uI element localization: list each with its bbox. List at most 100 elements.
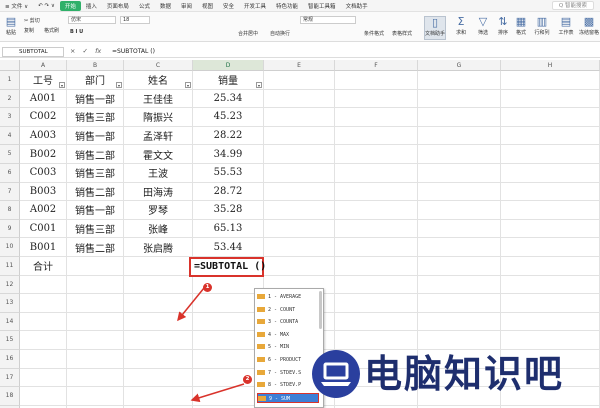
filter-button[interactable]: ▽ 筛选 xyxy=(474,16,492,40)
empty-cell[interactable] xyxy=(264,145,335,164)
table-style-button[interactable]: 表格样式 xyxy=(392,30,412,37)
row-header-4[interactable]: 4 xyxy=(0,126,20,146)
menu-tab-doc-helper[interactable]: 文档助手 xyxy=(341,2,373,10)
table-cell[interactable]: C002 xyxy=(20,108,67,127)
column-header-a[interactable]: A xyxy=(20,60,67,71)
table-cell[interactable]: 田海涛 xyxy=(124,182,193,202)
empty-cell[interactable] xyxy=(124,350,193,369)
empty-cell[interactable] xyxy=(335,182,418,202)
column-header-b[interactable]: B xyxy=(67,60,124,71)
empty-cell[interactable] xyxy=(335,126,418,146)
empty-cell[interactable] xyxy=(20,294,67,313)
total-label-cell[interactable]: 合计 xyxy=(20,257,67,276)
table-cell[interactable]: 34.99 xyxy=(193,145,264,164)
filter-dropdown-icon[interactable]: ▾ xyxy=(256,81,262,88)
empty-cell[interactable] xyxy=(67,331,124,350)
menu-tab-insert[interactable]: 插入 xyxy=(81,2,102,10)
table-cell[interactable]: 销售一部 xyxy=(67,126,124,146)
empty-cell[interactable] xyxy=(418,201,501,220)
empty-cell[interactable] xyxy=(501,238,600,257)
autocomplete-item[interactable]: 8 - STDEV.P xyxy=(257,380,319,390)
empty-cell[interactable] xyxy=(335,257,418,276)
sheet-button[interactable]: ▤ 工作表 xyxy=(556,16,576,40)
row-header-8[interactable]: 8 xyxy=(0,201,20,220)
empty-cell[interactable] xyxy=(124,294,193,313)
empty-cell[interactable] xyxy=(264,126,335,146)
empty-cell[interactable] xyxy=(501,145,600,164)
empty-cell[interactable] xyxy=(20,275,67,295)
bold-italic-underline-buttons[interactable]: B I U xyxy=(70,29,83,35)
row-header-7[interactable]: 7 xyxy=(0,182,20,202)
autocomplete-item[interactable]: 3 - COUNTA xyxy=(257,317,319,327)
cancel-icon[interactable]: × xyxy=(70,47,75,55)
menu-tab-review[interactable]: 审阅 xyxy=(176,2,197,10)
row-header-13[interactable]: 13 xyxy=(0,294,20,313)
format-button[interactable]: ▦ 格式 xyxy=(512,16,530,40)
row-header-9[interactable]: 9 xyxy=(0,219,20,239)
empty-cell[interactable] xyxy=(335,201,418,220)
table-cell[interactable]: 销售二部 xyxy=(67,182,124,202)
sort-button[interactable]: ⇅ 排序 xyxy=(494,16,512,40)
empty-cell[interactable] xyxy=(418,126,501,146)
table-cell[interactable]: 王波 xyxy=(124,164,193,183)
number-format-select[interactable]: 常规 xyxy=(300,16,356,24)
column-header-g[interactable]: G xyxy=(418,60,501,71)
table-header-cell[interactable]: 部门 ▾ xyxy=(67,71,124,90)
empty-cell[interactable] xyxy=(264,182,335,202)
table-cell[interactable]: 孟泽轩 xyxy=(124,126,193,146)
font-size-select[interactable]: 18 xyxy=(120,16,150,24)
empty-cell[interactable] xyxy=(501,257,600,276)
empty-cell[interactable] xyxy=(418,312,501,332)
empty-cell[interactable] xyxy=(264,201,335,220)
column-header-d[interactable]: D xyxy=(193,60,264,71)
table-header-cell[interactable]: 工号 ▾ xyxy=(20,71,67,90)
table-cell[interactable]: 销售二部 xyxy=(67,238,124,257)
empty-cell[interactable] xyxy=(501,182,600,202)
empty-cell[interactable] xyxy=(335,108,418,127)
table-cell[interactable]: 销售三部 xyxy=(67,164,124,183)
name-box[interactable]: SUBTOTAL xyxy=(2,47,64,57)
empty-cell[interactable] xyxy=(20,350,67,369)
empty-cell[interactable] xyxy=(124,275,193,295)
empty-cell[interactable] xyxy=(418,71,501,90)
table-cell[interactable]: 张峰 xyxy=(124,219,193,239)
menu-tab-page-layout[interactable]: 页面布局 xyxy=(102,2,134,10)
table-header-cell[interactable]: 姓名 ▾ xyxy=(124,71,193,90)
row-header-10[interactable]: 10 xyxy=(0,238,20,257)
row-header-12[interactable]: 12 xyxy=(0,275,20,295)
empty-cell[interactable] xyxy=(501,201,600,220)
empty-cell[interactable] xyxy=(418,108,501,127)
filter-dropdown-icon[interactable]: ▾ xyxy=(59,81,65,88)
empty-cell[interactable] xyxy=(20,312,67,332)
menu-tab-features[interactable]: 特色功能 xyxy=(271,2,303,10)
empty-cell[interactable] xyxy=(418,182,501,202)
empty-cell[interactable] xyxy=(335,164,418,183)
table-header-cell[interactable]: 销量 ▾ xyxy=(193,71,264,90)
cut-button[interactable]: ✂ 剪切 xyxy=(24,17,40,24)
empty-cell[interactable] xyxy=(124,257,193,276)
empty-cell[interactable] xyxy=(67,312,124,332)
column-header-e[interactable]: E xyxy=(264,60,335,71)
row-header-11[interactable]: 11 xyxy=(0,257,20,276)
table-cell[interactable]: 35.28 xyxy=(193,201,264,220)
table-cell[interactable]: 隋振兴 xyxy=(124,108,193,127)
empty-cell[interactable] xyxy=(501,312,600,332)
table-cell[interactable]: B003 xyxy=(20,182,67,202)
active-cell-d11[interactable]: =SUBTOTAL () xyxy=(189,257,266,277)
empty-cell[interactable] xyxy=(418,257,501,276)
table-cell[interactable]: 销售一部 xyxy=(67,201,124,220)
empty-cell[interactable] xyxy=(335,89,418,109)
table-cell[interactable]: 销售二部 xyxy=(67,145,124,164)
table-cell[interactable]: 28.72 xyxy=(193,182,264,202)
empty-cell[interactable] xyxy=(418,164,501,183)
empty-cell[interactable] xyxy=(335,219,418,239)
confirm-icon[interactable]: ✓ xyxy=(83,47,88,55)
empty-cell[interactable] xyxy=(418,89,501,109)
menu-tab-developer[interactable]: 开发工具 xyxy=(239,2,271,10)
table-cell[interactable]: 销售三部 xyxy=(67,108,124,127)
table-cell[interactable]: A001 xyxy=(20,89,67,109)
empty-cell[interactable] xyxy=(501,89,600,109)
autocomplete-item[interactable]: 1 - AVERAGE xyxy=(257,292,319,302)
empty-cell[interactable] xyxy=(418,238,501,257)
column-header-f[interactable]: F xyxy=(335,60,418,71)
